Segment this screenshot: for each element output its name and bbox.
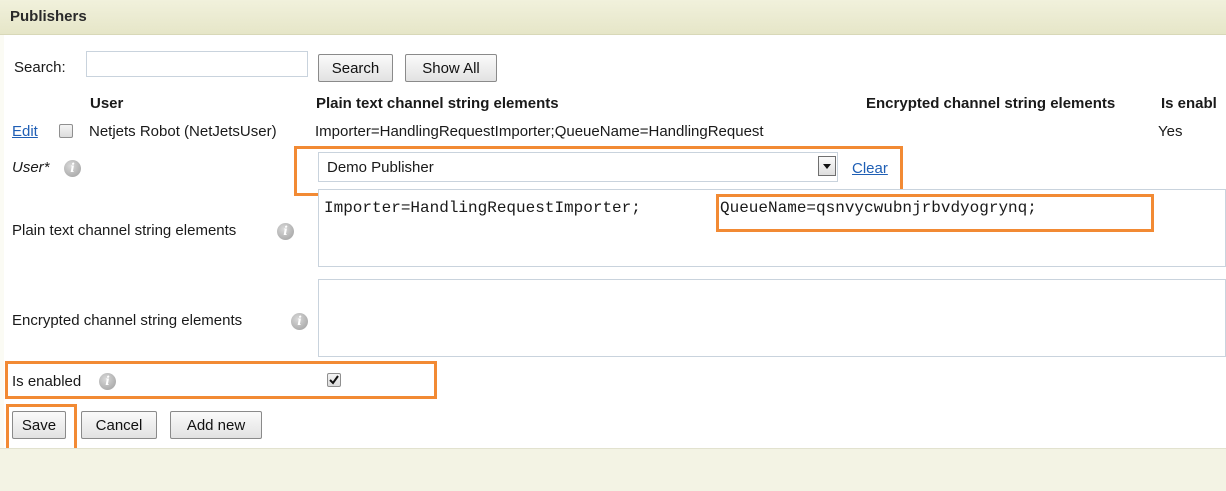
column-header-user[interactable]: User <box>90 95 123 112</box>
row-select-checkbox[interactable] <box>59 124 73 138</box>
highlight-queue-name <box>716 194 1154 232</box>
encrypted-input[interactable] <box>318 279 1226 357</box>
add-new-button[interactable]: Add new <box>170 411 262 439</box>
info-icon: i <box>291 313 308 330</box>
encrypted-label: Encrypted channel string elements <box>12 312 243 329</box>
user-field-label: User* <box>12 159 50 176</box>
column-header-plain-text[interactable]: Plain text channel string elements <box>316 95 559 112</box>
cancel-button[interactable]: Cancel <box>81 411 157 439</box>
plain-text-label: Plain text channel string elements <box>12 222 237 239</box>
panel-title: Publishers <box>10 8 87 25</box>
row-enabled: Yes <box>1158 123 1183 140</box>
table-row: Edit Netjets Robot (NetJetsUser) Importe… <box>4 118 1226 144</box>
search-label: Search: <box>14 59 66 76</box>
search-button[interactable]: Search <box>318 54 393 82</box>
publishers-panel: Publishers Search: Search Show All User … <box>0 0 1226 491</box>
highlight-is-enabled <box>5 361 437 399</box>
info-icon: i <box>64 160 81 177</box>
panel-footer <box>0 448 1226 491</box>
show-all-button[interactable]: Show All <box>405 54 497 82</box>
edit-link[interactable]: Edit <box>12 123 38 140</box>
panel-header: Publishers <box>0 0 1226 35</box>
search-input[interactable] <box>86 51 308 77</box>
row-plain-text: Importer=HandlingRequestImporter;QueueNa… <box>315 123 764 140</box>
column-header-encrypted[interactable]: Encrypted channel string elements <box>866 95 1115 112</box>
column-header-is-enabled[interactable]: Is enabl <box>1161 95 1217 112</box>
row-user: Netjets Robot (NetJetsUser) <box>89 123 277 140</box>
info-icon: i <box>277 223 294 240</box>
plain-text-value-part1: Importer=HandlingRequestImporter; <box>324 199 641 217</box>
